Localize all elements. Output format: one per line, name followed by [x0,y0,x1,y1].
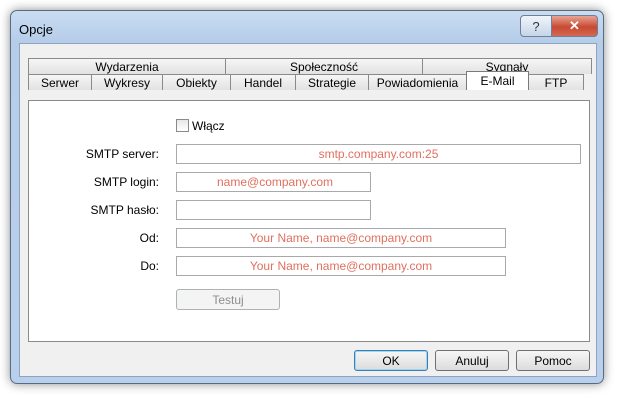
enable-checkbox[interactable] [176,119,189,132]
dialog-client-area: Wydarzenia Społeczność Sygnały Serwer Wy… [19,43,597,377]
tab-spolecznosc[interactable]: Społeczność [225,58,423,74]
options-dialog: Opcje ? ✕ Wydarzenia Społeczność Sygnały… [10,10,604,384]
tab-obiekty[interactable]: Obiekty [162,74,231,90]
email-settings-panel: Włącz SMTP server: smtp.company.com:25 S… [28,100,590,342]
enable-label: Włącz [192,119,225,133]
tab-handel[interactable]: Handel [230,74,296,90]
help-title-button[interactable]: ? [520,15,552,37]
window-title: Opcje [19,22,53,37]
smtp-server-input[interactable]: smtp.company.com:25 [176,144,581,164]
smtp-password-input[interactable] [176,200,371,220]
tab-powiadomienia[interactable]: Powiadomienia [368,74,467,90]
ok-button[interactable]: OK [354,350,428,371]
tab-strategie[interactable]: Strategie [295,74,369,90]
from-label: Od: [139,231,159,245]
to-label: Do: [140,259,159,273]
smtp-login-label: SMTP login: [93,175,159,189]
tab-wykresy[interactable]: Wykresy [91,74,163,90]
smtp-login-input[interactable]: name@company.com [176,172,371,192]
tab-wydarzenia[interactable]: Wydarzenia [28,58,226,74]
smtp-password-label: SMTP hasło: [90,203,159,217]
from-input[interactable]: Your Name, name@company.com [176,228,506,248]
tab-serwer[interactable]: Serwer [28,74,92,90]
to-input[interactable]: Your Name, name@company.com [176,256,506,276]
close-button[interactable]: ✕ [551,15,598,37]
smtp-server-label: SMTP server: [85,147,159,161]
tab-row-2: Serwer Wykresy Obiekty Handel Strategie … [28,71,590,90]
test-button[interactable]: Testuj [176,289,280,310]
tab-ftp[interactable]: FTP [528,74,584,90]
cancel-button[interactable]: Anuluj [435,350,509,371]
help-button[interactable]: Pomoc [516,350,590,371]
tab-email[interactable]: E-Mail [466,71,529,90]
